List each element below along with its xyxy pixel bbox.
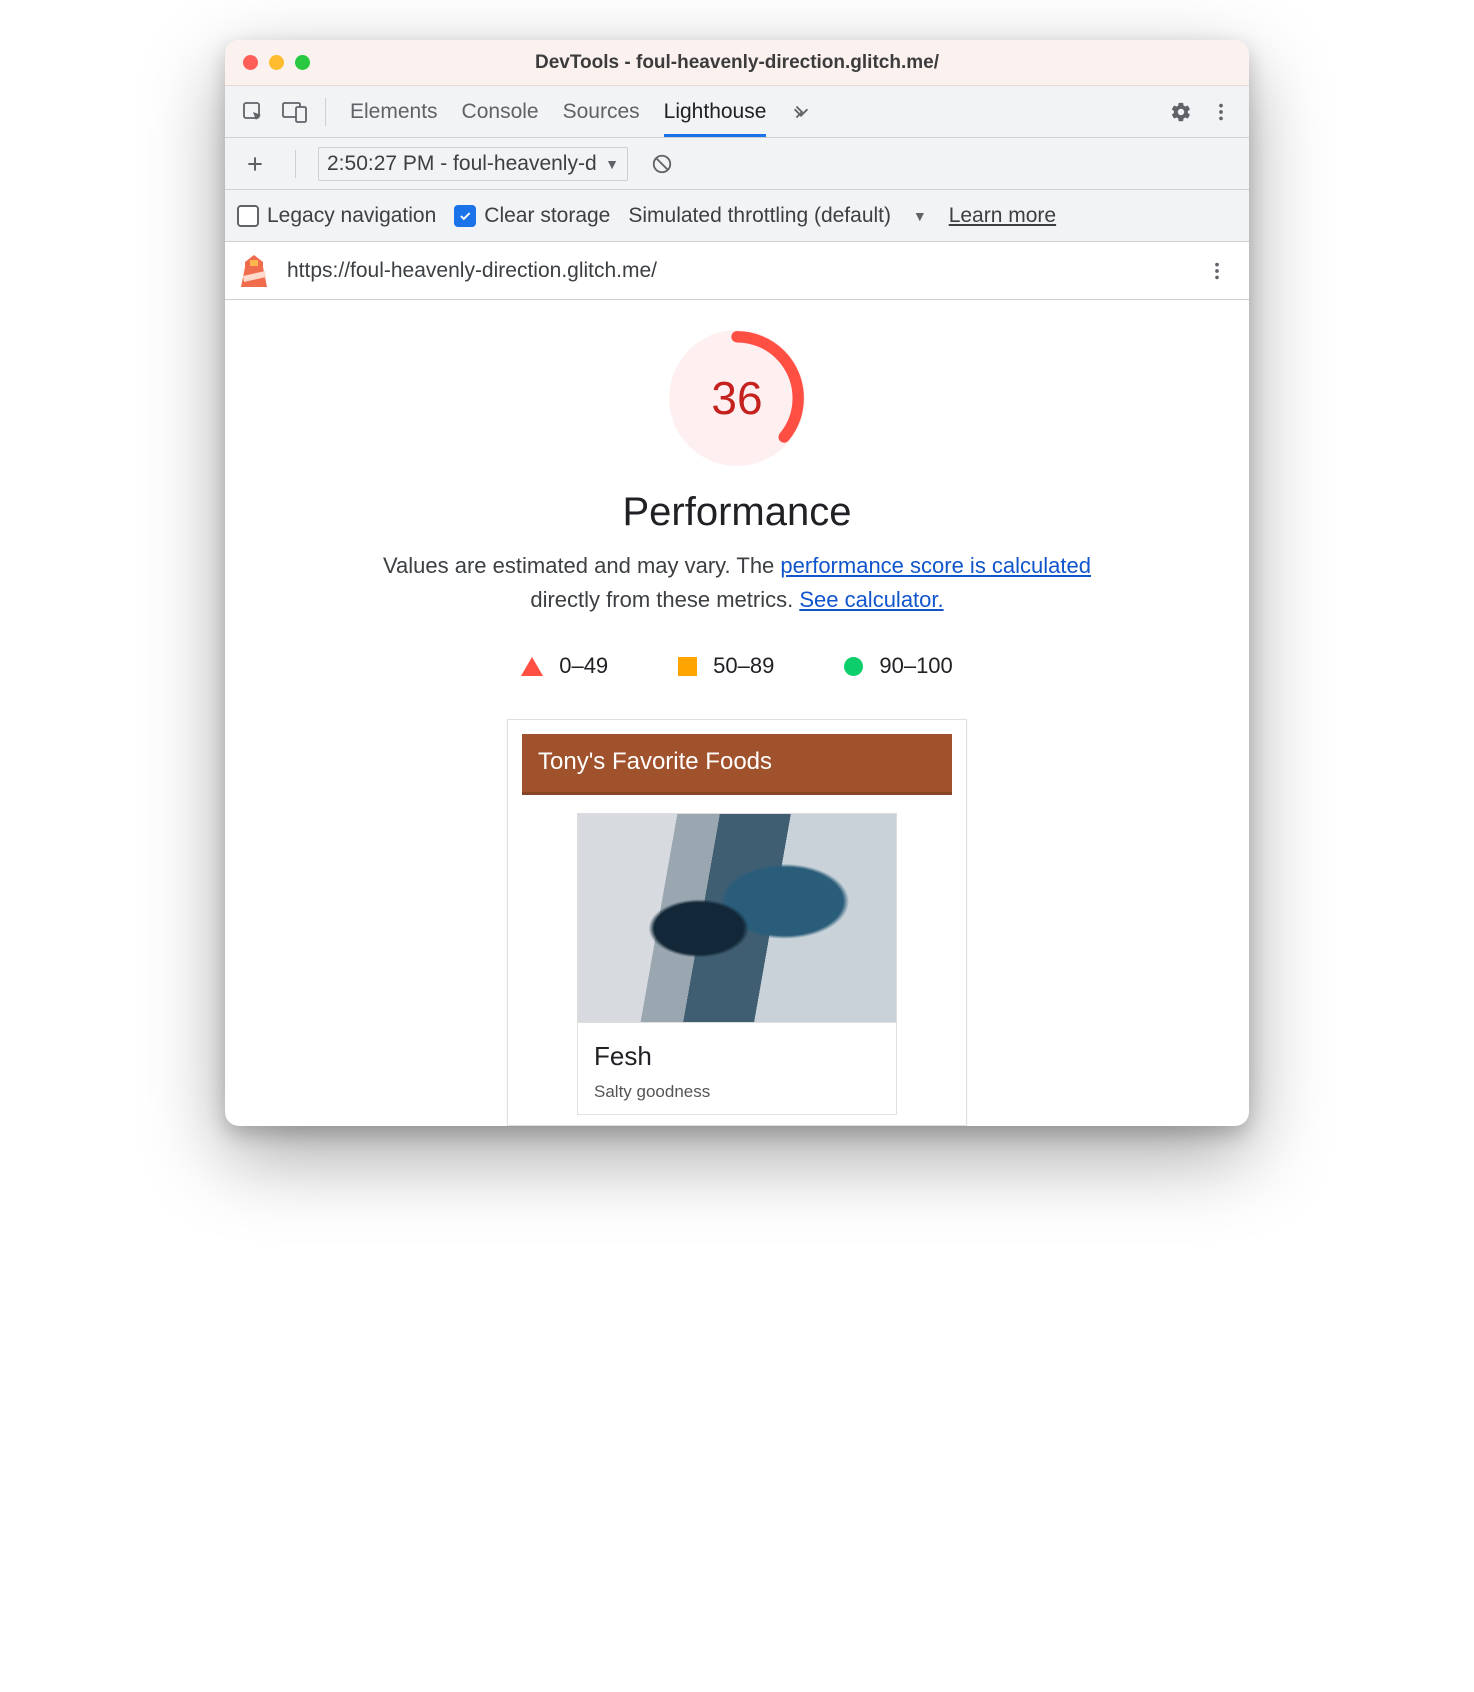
tab-lighthouse[interactable]: Lighthouse (664, 86, 767, 137)
learn-more-link[interactable]: Learn more (949, 204, 1056, 228)
lighthouse-report: 36 Performance Values are estimated and … (225, 300, 1249, 1126)
performance-description: Values are estimated and may vary. The p… (367, 549, 1107, 617)
tabstrip-divider (325, 98, 326, 126)
more-vert-icon[interactable] (1203, 94, 1239, 130)
checkbox-checked-icon (454, 205, 476, 227)
run-selector[interactable]: 2:50:27 PM - foul-heavenly-dir ▼ (318, 147, 628, 181)
desc-text: directly from these metrics. (530, 587, 799, 612)
inspect-element-icon[interactable] (235, 94, 271, 130)
caret-down-icon: ▼ (913, 208, 927, 224)
minimize-window-button[interactable] (269, 55, 284, 70)
screenshot-card: Fesh Salty goodness (577, 1023, 897, 1115)
clear-run-icon[interactable] (644, 146, 680, 182)
tab-elements[interactable]: Elements (350, 86, 438, 137)
device-toolbar-icon[interactable] (277, 94, 313, 130)
performance-score: 36 (669, 330, 805, 466)
screenshot-app-title: Tony's Favorite Foods (522, 734, 952, 795)
zoom-window-button[interactable] (295, 55, 310, 70)
circle-pass-icon (844, 657, 863, 676)
run-selector-label: 2:50:27 PM - foul-heavenly-dir (327, 152, 597, 176)
report-menu-icon[interactable] (1199, 253, 1235, 289)
lighthouse-logo-icon (239, 254, 269, 288)
desc-text: Values are estimated and may vary. The (383, 553, 780, 578)
legend-pass-label: 90–100 (879, 653, 952, 679)
legend-fail: 0–49 (521, 653, 608, 679)
legend-pass: 90–100 (844, 653, 952, 679)
window-title: DevTools - foul-heavenly-direction.glitc… (225, 52, 1249, 74)
toolbar-divider (295, 150, 296, 178)
devtools-window: DevTools - foul-heavenly-direction.glitc… (225, 40, 1249, 1126)
new-run-button[interactable] (237, 146, 273, 182)
lighthouse-options: Legacy navigation Clear storage Simulate… (225, 190, 1249, 242)
performance-gauge[interactable]: 36 Performance Values are estimated and … (265, 330, 1209, 1126)
lighthouse-toolbar: 2:50:27 PM - foul-heavenly-dir ▼ (225, 138, 1249, 190)
caret-down-icon: ▼ (605, 156, 619, 172)
tabs-overflow[interactable] (790, 86, 812, 137)
report-url: https://foul-heavenly-direction.glitch.m… (287, 259, 1181, 283)
square-average-icon (678, 657, 697, 676)
window-titlebar: DevTools - foul-heavenly-direction.glitc… (225, 40, 1249, 86)
clear-storage-label: Clear storage (484, 204, 610, 228)
screenshot-card-subtitle: Salty goodness (594, 1082, 880, 1102)
legacy-navigation-label: Legacy navigation (267, 204, 436, 228)
page-screenshot: Tony's Favorite Foods Fesh Salty goodnes… (507, 719, 967, 1126)
legend-average-label: 50–89 (713, 653, 774, 679)
legend-fail-label: 0–49 (559, 653, 608, 679)
tab-console[interactable]: Console (462, 86, 539, 137)
see-calculator-link[interactable]: See calculator. (799, 587, 943, 612)
screenshot-hero-image (577, 813, 897, 1023)
performance-heading: Performance (623, 490, 852, 535)
clear-storage-option[interactable]: Clear storage (454, 204, 610, 228)
legend-average: 50–89 (678, 653, 774, 679)
throttling-label: Simulated throttling (default) (628, 204, 891, 228)
legacy-navigation-option[interactable]: Legacy navigation (237, 204, 436, 228)
panel-tabs: Elements Console Sources Lighthouse (350, 86, 812, 137)
throttling-select[interactable]: Simulated throttling (default) ▼ (628, 204, 926, 228)
perf-score-calc-link[interactable]: performance score is calculated (780, 553, 1091, 578)
score-legend: 0–49 50–89 90–100 (521, 653, 953, 679)
triangle-fail-icon (521, 657, 543, 676)
tab-sources[interactable]: Sources (563, 86, 640, 137)
devtools-tabstrip: Elements Console Sources Lighthouse (225, 86, 1249, 138)
report-url-row: https://foul-heavenly-direction.glitch.m… (225, 242, 1249, 300)
traffic-lights (225, 55, 310, 70)
checkbox-unchecked-icon (237, 205, 259, 227)
close-window-button[interactable] (243, 55, 258, 70)
gauge-circle: 36 (669, 330, 805, 466)
screenshot-card-title: Fesh (594, 1041, 880, 1072)
settings-gear-icon[interactable] (1163, 94, 1199, 130)
